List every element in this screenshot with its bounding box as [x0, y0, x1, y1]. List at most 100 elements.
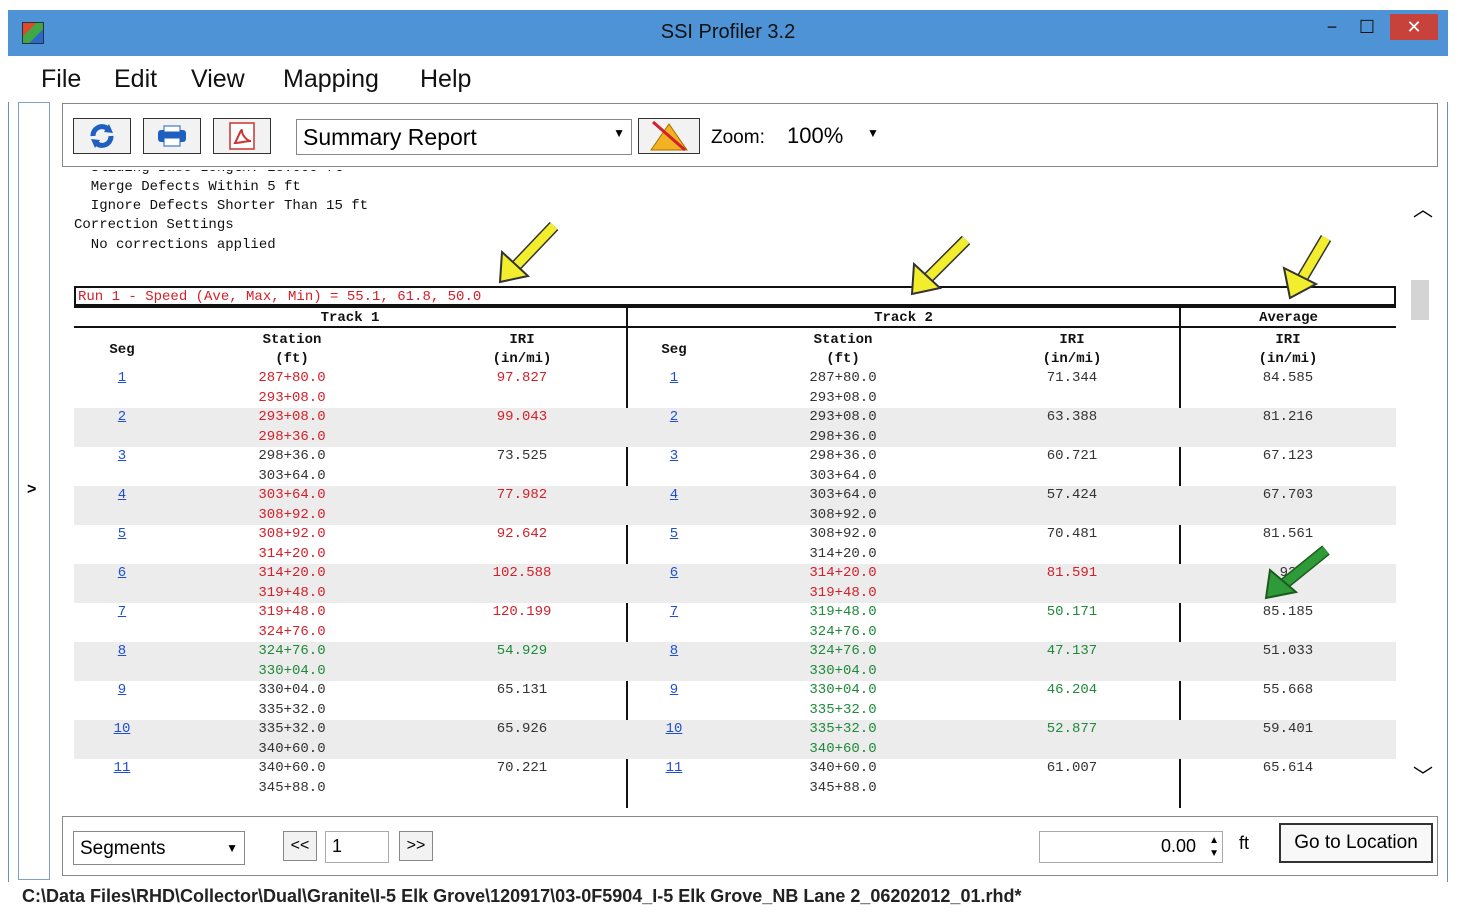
- segment-link-track2[interactable]: 4: [644, 486, 704, 506]
- iri-value-average: 85.185: [1262, 604, 1314, 620]
- side-panel[interactable]: >: [18, 102, 50, 880]
- maximize-button[interactable]: ☐: [1353, 14, 1381, 40]
- segment-link-track1[interactable]: 1: [92, 369, 152, 389]
- iri-value-track1: 99.043: [496, 409, 548, 425]
- station-start-track2: 335+32.0: [809, 721, 877, 737]
- page-input[interactable]: 1: [325, 831, 389, 863]
- segment-link-track1[interactable]: 9: [92, 681, 152, 701]
- station-end-track2: 303+64.0: [809, 467, 877, 484]
- col-station-unit-t1: (ft): [275, 351, 309, 367]
- iri-value-track2: 63.388: [1046, 409, 1098, 425]
- menu-view[interactable]: View: [191, 65, 245, 94]
- station-end-track1: 298+36.0: [258, 428, 326, 445]
- iri-value-track2: 46.204: [1046, 682, 1098, 698]
- view-mode-value: Segments: [80, 838, 166, 859]
- segment-link-track1[interactable]: 6: [92, 564, 152, 584]
- col-iri-unit-t1: (in/mi): [492, 351, 552, 367]
- zoom-value: 100%: [787, 123, 844, 148]
- scroll-down-icon[interactable]: ﹀: [1413, 760, 1433, 789]
- pdf-button[interactable]: [213, 118, 271, 154]
- segment-link-track1[interactable]: 7: [92, 603, 152, 623]
- segment-link-track1[interactable]: 3: [92, 447, 152, 467]
- segment-link-track1[interactable]: 8: [92, 642, 152, 662]
- scroll-up-icon[interactable]: ︿: [1413, 193, 1433, 222]
- station-end-track2: 298+36.0: [809, 428, 877, 445]
- station-end-track2: 293+08.0: [809, 389, 877, 406]
- iri-value-average: 84.585: [1262, 370, 1314, 386]
- station-start-track1: 293+08.0: [258, 409, 326, 425]
- segment-link-track1[interactable]: 2: [92, 408, 152, 428]
- report-scrollbar[interactable]: ︿ ﹀: [1407, 185, 1437, 795]
- segment-link-track1[interactable]: 4: [92, 486, 152, 506]
- col-iri-unit-t2: (in/mi): [1042, 351, 1102, 367]
- page-value: 1: [332, 836, 343, 856]
- station-start-track1: 330+04.0: [258, 682, 326, 698]
- clear-button[interactable]: [638, 118, 700, 154]
- segment-link-track2[interactable]: 10: [644, 720, 704, 740]
- segment-link-track2[interactable]: 6: [644, 564, 704, 584]
- menu-help[interactable]: Help: [420, 65, 471, 94]
- zoom-select[interactable]: 100% ▼: [781, 120, 881, 152]
- iri-value-track2: 71.344: [1046, 370, 1098, 386]
- iri-value-track2: 81.591: [1046, 565, 1098, 581]
- col-iri-unit-avg: (in/mi): [1258, 351, 1318, 367]
- expand-panel-icon[interactable]: >: [27, 481, 36, 499]
- segment-link-track2[interactable]: 9: [644, 681, 704, 701]
- view-mode-select[interactable]: Segments ▼: [73, 831, 245, 865]
- title-bar: SSI Profiler 3.2 − ☐ ✕: [8, 10, 1448, 56]
- table-row: 6 314+20.0 319+48.0 102.588 6 314+20.0 319+48.…: [74, 564, 1396, 603]
- station-start-track1: 340+60.0: [258, 760, 326, 776]
- station-end-track2: 308+92.0: [809, 506, 877, 523]
- segment-link-track2[interactable]: 1: [644, 369, 704, 389]
- location-input[interactable]: 0.00 ▲ ▼: [1039, 831, 1223, 863]
- segment-link-track1[interactable]: 10: [92, 720, 152, 740]
- col-iri-t2: IRI: [1059, 332, 1085, 348]
- spinner-icon[interactable]: ▲ ▼: [1209, 834, 1219, 860]
- iri-value-track1: 120.199: [492, 604, 552, 620]
- table-row: 3 298+36.0 303+64.0 73.525 3 298+36.0 303+64.0…: [74, 447, 1396, 486]
- iri-value-track1: 97.827: [496, 370, 548, 386]
- table-row: 4 303+64.0 308+92.0 77.982 4 303+64.0 308+92.0…: [74, 486, 1396, 525]
- segment-link-track2[interactable]: 11: [644, 759, 704, 779]
- close-button[interactable]: ✕: [1390, 14, 1438, 40]
- iri-value-track2: 60.721: [1046, 448, 1098, 464]
- segment-link-track2[interactable]: 2: [644, 408, 704, 428]
- table-row: 7 319+48.0 324+76.0 120.199 7 319+48.0 324+76.…: [74, 603, 1396, 642]
- menu-file[interactable]: File: [41, 65, 81, 94]
- menu-mapping[interactable]: Mapping: [283, 65, 379, 94]
- go-to-location-button[interactable]: Go to Location: [1279, 823, 1433, 863]
- scroll-thumb[interactable]: [1411, 280, 1429, 320]
- station-start-track2: 303+64.0: [809, 487, 877, 503]
- station-start-track2: 324+76.0: [809, 643, 877, 659]
- segment-link-track2[interactable]: 3: [644, 447, 704, 467]
- segment-link-track2[interactable]: 5: [644, 525, 704, 545]
- iri-value-track2: 57.424: [1046, 487, 1098, 503]
- menu-edit[interactable]: Edit: [114, 65, 157, 94]
- summary-table: [74, 306, 1396, 308]
- next-page-button[interactable]: >>: [399, 831, 433, 861]
- iri-value-average: 81.216: [1262, 409, 1314, 425]
- pdf-icon: [229, 122, 255, 150]
- iri-value-track1: 73.525: [496, 448, 548, 464]
- segment-link-track2[interactable]: 7: [644, 603, 704, 623]
- print-button[interactable]: [143, 118, 201, 154]
- iri-value-track1: 102.588: [492, 565, 552, 581]
- minimize-button[interactable]: −: [1318, 14, 1346, 40]
- iri-value-average: 59.401: [1262, 721, 1314, 737]
- segment-link-track2[interactable]: 8: [644, 642, 704, 662]
- station-end-track2: 324+76.0: [809, 623, 877, 640]
- prev-page-button[interactable]: <<: [283, 831, 317, 861]
- refresh-button[interactable]: [73, 118, 131, 154]
- station-end-track2: 319+48.0: [809, 584, 877, 601]
- report-type-select[interactable]: Summary Report ▼: [296, 119, 632, 155]
- segment-link-track1[interactable]: 5: [92, 525, 152, 545]
- station-start-track2: 330+04.0: [809, 682, 877, 698]
- station-start-track2: 298+36.0: [809, 448, 877, 464]
- table-row: 11 340+60.0 345+88.0 70.221 11 340+60.0 345+88…: [74, 759, 1396, 798]
- report-view: Sliding Base Length: 25.000 ft Merge Def…: [62, 170, 1407, 808]
- segment-link-track1[interactable]: 11: [92, 759, 152, 779]
- station-end-track1: 345+88.0: [258, 779, 326, 796]
- iri-value-average: 67.123: [1262, 448, 1314, 464]
- iri-value-track1: 77.982: [496, 487, 548, 503]
- col-seg-t2: Seg: [661, 342, 687, 358]
